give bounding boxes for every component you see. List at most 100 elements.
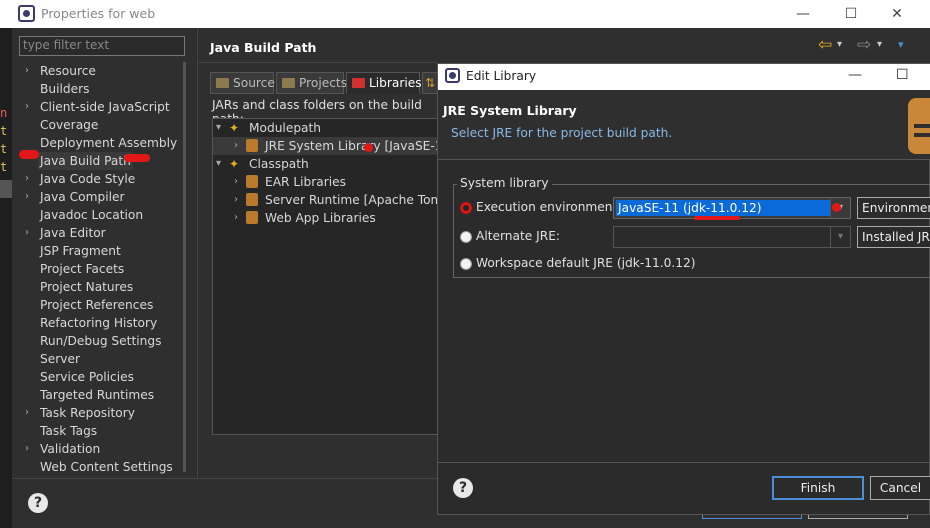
property-page-item[interactable]: Coverage bbox=[12, 116, 172, 134]
property-page-item[interactable]: Task Tags bbox=[12, 422, 172, 440]
expand-icon[interactable]: › bbox=[25, 224, 29, 242]
expand-icon[interactable]: › bbox=[234, 209, 238, 227]
projects-folder-icon bbox=[282, 78, 295, 88]
back-arrow-icon[interactable]: ⇦ bbox=[818, 36, 832, 54]
property-page-item[interactable]: › Java Compiler bbox=[12, 188, 172, 206]
property-page-item[interactable]: JSP Fragment bbox=[12, 242, 172, 260]
source-folder-icon bbox=[216, 78, 229, 88]
expand-icon[interactable]: › bbox=[25, 188, 29, 206]
expand-icon[interactable]: › bbox=[25, 440, 29, 458]
property-page-item[interactable]: Project Facets bbox=[12, 260, 172, 278]
forward-dropdown-icon[interactable]: ▾ bbox=[877, 39, 882, 50]
divider bbox=[438, 462, 930, 463]
property-page-item[interactable]: Builders bbox=[12, 80, 172, 98]
alternate-jre-value bbox=[616, 229, 620, 245]
property-page-label: Java Code Style bbox=[40, 172, 136, 186]
help-icon[interactable]: ? bbox=[28, 493, 48, 513]
dialog-titlebar: Edit Library — ☐ bbox=[438, 64, 930, 90]
dialog-header: JRE System Library Select JRE for the pr… bbox=[438, 90, 930, 160]
property-page-label: Service Policies bbox=[40, 370, 134, 384]
property-page-item[interactable]: Web Content Settings bbox=[12, 458, 173, 476]
page-title: Java Build Path bbox=[210, 40, 317, 55]
expand-icon[interactable]: › bbox=[234, 137, 238, 155]
property-page-item[interactable]: Project References bbox=[12, 296, 172, 314]
tree-node-modulepath[interactable]: ▾ ✦ Modulepath bbox=[213, 119, 439, 137]
collapse-icon[interactable]: ▾ bbox=[216, 119, 221, 137]
tab-order-export[interactable]: ⇅ bbox=[422, 72, 438, 94]
dialog-subtitle: Select JRE for the project build path. bbox=[451, 126, 673, 140]
workspace-default-radio[interactable] bbox=[460, 258, 472, 270]
tree-node-server-runtime[interactable]: › Server Runtime [Apache Tomcat v9.0] bbox=[213, 191, 439, 209]
installed-jres-button[interactable]: Installed JREs... bbox=[857, 226, 930, 248]
back-dropdown-icon[interactable]: ▾ bbox=[837, 39, 842, 50]
left-panel-scrollbar[interactable] bbox=[183, 62, 186, 472]
property-page-label: Project Natures bbox=[40, 280, 134, 294]
node-label: EAR Libraries bbox=[265, 175, 347, 189]
property-page-item[interactable]: Run/Debug Settings bbox=[12, 332, 172, 350]
property-page-item[interactable]: › Java Editor bbox=[12, 224, 172, 242]
tree-node-jre-system-library[interactable]: › JRE System Library [JavaSE-11] bbox=[213, 137, 455, 155]
maximize-button[interactable]: ☐ bbox=[836, 3, 866, 25]
tree-node-ear-libraries[interactable]: › EAR Libraries bbox=[213, 173, 439, 191]
eclipse-app-icon bbox=[18, 5, 35, 22]
tree-node-web-app-libraries[interactable]: › Web App Libraries bbox=[213, 209, 439, 227]
dialog-minimize-button[interactable]: — bbox=[848, 67, 862, 83]
property-page-label: JSP Fragment bbox=[40, 244, 121, 258]
library-icon bbox=[246, 193, 258, 206]
expand-icon[interactable]: › bbox=[234, 173, 238, 191]
tab-source[interactable]: Source bbox=[210, 72, 275, 94]
window-title: Properties for web bbox=[41, 6, 156, 21]
node-label: Server Runtime [Apache Tomcat v9.0] bbox=[265, 193, 439, 207]
property-page-item[interactable]: Javadoc Location bbox=[12, 206, 172, 224]
execution-environment-radio[interactable] bbox=[460, 202, 472, 214]
libraries-icon bbox=[352, 78, 365, 88]
property-page-label: Project Facets bbox=[40, 262, 125, 276]
property-page-item[interactable]: › Validation bbox=[12, 440, 172, 458]
property-page-item[interactable]: Server bbox=[12, 350, 172, 368]
close-button[interactable]: ✕ bbox=[882, 3, 912, 25]
alternate-jre-combo[interactable]: ▾ bbox=[613, 226, 851, 248]
dialog-heading: JRE System Library bbox=[443, 103, 577, 118]
property-page-item[interactable]: › Client-side JavaScript bbox=[12, 98, 172, 116]
property-page-label: Javadoc Location bbox=[40, 208, 144, 222]
dialog-maximize-button[interactable]: ☐ bbox=[896, 67, 909, 83]
tab-projects[interactable]: Projects bbox=[276, 72, 348, 94]
red-annotation-mark bbox=[124, 154, 150, 162]
editor-char: t bbox=[0, 124, 8, 138]
tab-label: Projects bbox=[299, 76, 348, 90]
forward-arrow-icon[interactable]: ⇨ bbox=[857, 36, 871, 54]
property-page-label: Web Content Settings bbox=[40, 460, 173, 474]
expand-icon[interactable]: › bbox=[25, 62, 29, 80]
expand-icon[interactable]: › bbox=[25, 170, 29, 188]
minimize-button[interactable]: — bbox=[788, 3, 818, 25]
filter-input[interactable]: type filter text bbox=[19, 36, 185, 56]
cancel-button[interactable]: Cancel bbox=[870, 476, 930, 500]
expand-icon[interactable]: › bbox=[234, 191, 238, 209]
order-arrows-icon: ⇅ bbox=[425, 76, 436, 90]
help-icon[interactable]: ? bbox=[453, 478, 473, 498]
chevron-down-icon[interactable]: ▾ bbox=[830, 227, 850, 247]
tab-libraries[interactable]: Libraries bbox=[346, 72, 422, 94]
environments-button[interactable]: Environments... bbox=[857, 197, 930, 219]
expand-icon[interactable]: › bbox=[25, 98, 29, 116]
edit-library-dialog: Edit Library — ☐ JRE System Library Sele… bbox=[437, 63, 930, 515]
property-page-item[interactable]: › Java Code Style bbox=[12, 170, 172, 188]
collapse-icon[interactable]: ▾ bbox=[216, 155, 221, 173]
editor-char: t bbox=[0, 142, 8, 156]
build-path-tree[interactable]: ▾ ✦ Modulepath › JRE System Library [Jav… bbox=[212, 118, 455, 435]
property-page-item[interactable]: Targeted Runtimes bbox=[12, 386, 172, 404]
alternate-jre-radio[interactable] bbox=[460, 231, 472, 243]
red-annotation-dot bbox=[364, 143, 373, 152]
property-page-item[interactable]: › Task Repository bbox=[12, 404, 172, 422]
modulepath-icon: ✦ bbox=[229, 121, 240, 135]
property-page-item[interactable]: Refactoring History bbox=[12, 314, 172, 332]
property-page-label: Resource bbox=[40, 64, 96, 78]
property-page-item[interactable]: Project Natures bbox=[12, 278, 172, 296]
view-menu-icon[interactable]: ▾ bbox=[898, 38, 904, 51]
tree-node-classpath[interactable]: ▾ ✦ Classpath bbox=[213, 155, 439, 173]
finish-button[interactable]: Finish bbox=[772, 476, 864, 500]
library-icon bbox=[246, 175, 258, 188]
expand-icon[interactable]: › bbox=[25, 404, 29, 422]
property-page-item[interactable]: Service Policies bbox=[12, 368, 172, 386]
property-page-item[interactable]: › Resource bbox=[12, 62, 172, 80]
